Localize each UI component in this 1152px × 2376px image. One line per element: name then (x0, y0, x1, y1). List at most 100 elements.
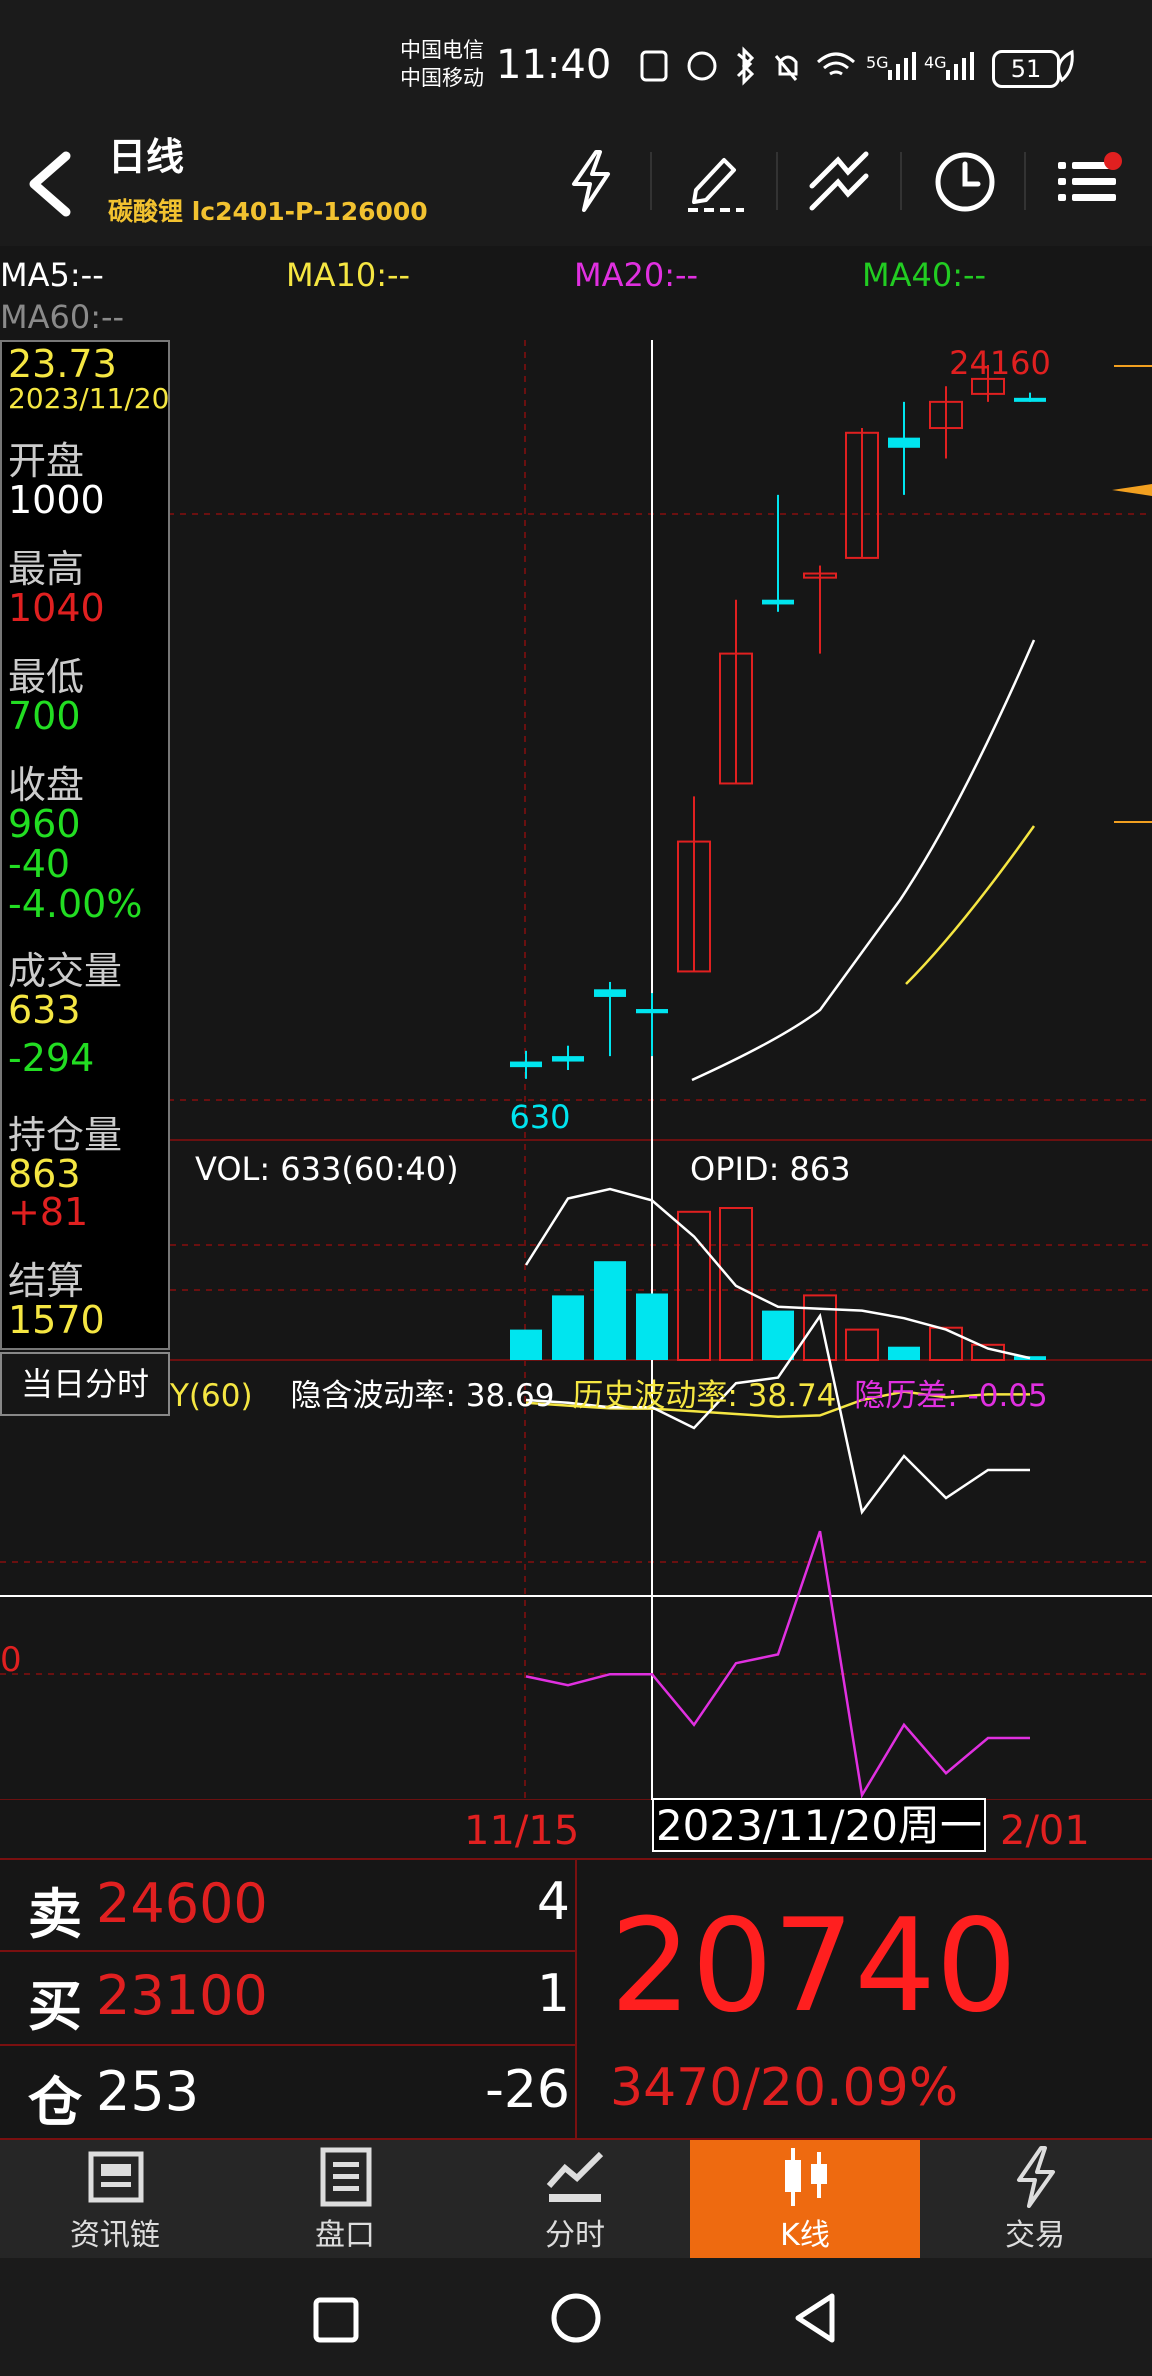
cursor-date: 2023/11/20 (8, 382, 170, 415)
quote-divider (575, 1858, 577, 2140)
nav-orderbook-label: 盘口 (315, 2218, 375, 2253)
last-price: 20740 (610, 1892, 1018, 2041)
line-tool-icon[interactable] (804, 146, 874, 216)
diff-label: 隐历差: -0.05 (854, 1378, 1048, 1414)
date-end-label: 2/01 (1000, 1808, 1090, 1854)
buy-price[interactable]: 23100 (96, 1964, 268, 2027)
nav-orderbook[interactable]: 盘口 (230, 2140, 460, 2258)
contract-name[interactable]: 碳酸锂 lc2401-P-126000 (108, 192, 428, 228)
nav-timeshare-label: 分时 (545, 2218, 605, 2253)
hv-label: 历史波动率: 38.74 (572, 1378, 837, 1414)
volume-bar (888, 1346, 920, 1360)
candlestick-icon (785, 2148, 827, 2206)
ma10-label: MA10:-- (286, 256, 411, 294)
volume-bar (762, 1310, 794, 1360)
nav-kline[interactable]: K线 (690, 2140, 920, 2258)
volume-label: 成交量 (8, 949, 123, 993)
candle-body (888, 437, 920, 448)
lightning-icon[interactable] (556, 146, 626, 216)
nav-kline-label: K线 (780, 2218, 830, 2253)
volume-bar (677, 1210, 711, 1361)
open-label: 开盘 (8, 439, 85, 483)
oi-label: 持仓量 (8, 1113, 123, 1157)
nav-news-label: 资讯链 (70, 2218, 160, 2253)
ma40-label: MA40:-- (862, 256, 987, 294)
header-separator (776, 152, 778, 210)
mute-icon (774, 55, 798, 81)
recent-apps-icon[interactable] (306, 2290, 366, 2350)
nav-news[interactable]: 资讯链 (0, 2140, 230, 2258)
draw-pen-icon[interactable] (680, 146, 750, 216)
alarm-icon (687, 51, 717, 81)
news-icon (88, 2151, 144, 2203)
timeshare-icon (546, 2151, 604, 2202)
low-price-label: 630 (509, 1098, 570, 1136)
candle-body (762, 599, 794, 605)
header-separator (650, 152, 652, 210)
sell-price[interactable]: 24600 (96, 1872, 268, 1935)
iv-label: 隐含波动率: 38.69 (290, 1378, 555, 1414)
ma60-label: MA60:-- (0, 298, 125, 336)
nav-timeshare[interactable]: 分时 (460, 2140, 690, 2258)
vol-indicator-label: VOL: 633(60:40) (195, 1150, 459, 1188)
sell-qty: 4 (536, 1872, 570, 1932)
ma20-label: MA20:-- (574, 256, 699, 294)
volume-bar (803, 1294, 837, 1362)
price-change: 3470/20.09% (610, 2058, 959, 2118)
buy-label: 买 (28, 1975, 82, 2038)
carrier-info: 中国电信 中国移动 (400, 36, 484, 92)
low-value: 700 (8, 694, 81, 738)
date-start-label: 11/15 (464, 1808, 580, 1854)
today-timeshare-button[interactable]: 当日分时 (0, 1352, 170, 1416)
low-label: 最低 (8, 655, 85, 699)
trade-icon (1017, 2146, 1055, 2208)
position-change: -26 (485, 2060, 570, 2120)
opid-indicator-label: OPID: 863 (690, 1150, 851, 1188)
back-icon[interactable] (22, 148, 82, 218)
back-nav-icon[interactable] (786, 2288, 846, 2348)
buy-qty: 1 (536, 1964, 570, 2024)
bluetooth-icon (736, 46, 755, 86)
ma5-label: MA5:-- (0, 256, 104, 294)
high-value: 1040 (8, 586, 105, 630)
home-icon[interactable] (546, 2288, 606, 2348)
nav-trade[interactable]: 交易 (920, 2140, 1150, 2258)
kline-chart[interactable]: 24160 630 (0, 340, 1152, 1800)
candle-body (552, 1056, 584, 1062)
signal-1-icon (888, 52, 916, 80)
carrier-2: 中国移动 (400, 66, 484, 90)
volume-value: 633 (8, 988, 81, 1032)
header-separator (1024, 152, 1026, 210)
candle-body (1014, 397, 1046, 402)
volume-bar (929, 1326, 963, 1362)
signal-5g-label: 5G (866, 53, 889, 72)
volatility-indicator-row: Y(60) 隐含波动率: 38.69 历史波动率: 38.74 隐历差: -0.… (170, 1370, 1048, 1415)
page-title: 日线 (108, 135, 185, 179)
volume-change: -294 (8, 1036, 95, 1080)
settle-label: 结算 (8, 1259, 85, 1303)
nfc-icon (640, 50, 668, 82)
volume-bar (510, 1329, 542, 1360)
ma10-line (905, 825, 1036, 985)
cursor-date-box: 2023/11/20周一 (652, 1798, 986, 1852)
volume-bar (552, 1295, 584, 1360)
wifi-icon (817, 52, 855, 76)
settle-value: 1570 (8, 1298, 105, 1342)
candle-body (636, 1009, 668, 1014)
clock-icon[interactable] (930, 146, 1000, 216)
right-axis-ticks (1112, 365, 1152, 823)
signal-2-icon (946, 52, 974, 80)
diff-line (525, 1530, 1030, 1799)
close-label: 收盘 (8, 763, 85, 807)
close-change: -40 (8, 842, 71, 886)
cursor-price: 23.73 (8, 342, 117, 386)
sell-label: 卖 (28, 1883, 82, 1946)
leaf-icon (1057, 49, 1074, 83)
candle-body (594, 989, 626, 997)
header-separator (900, 152, 902, 210)
quote-row-divider (0, 1950, 575, 1952)
nav-trade-label: 交易 (1005, 2218, 1065, 2253)
close-change-pct: -4.00% (8, 882, 143, 926)
ma5-line (691, 639, 1036, 1082)
signal-4g-label: 4G (924, 53, 947, 72)
